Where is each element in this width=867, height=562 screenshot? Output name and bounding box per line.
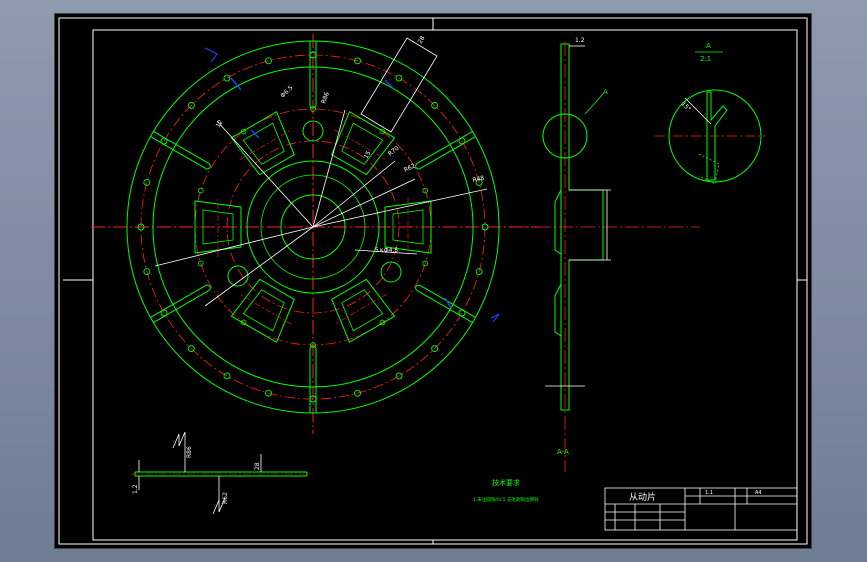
dim-r48: R48 [472, 175, 485, 184]
dim-phi: Φ6.5 [279, 84, 294, 99]
spring-window [230, 111, 295, 176]
detail-a-callout: A [603, 88, 608, 96]
dim-15: 15 [363, 150, 373, 160]
sheet-border-outer [58, 17, 808, 545]
dim-5xphi: 5×Φ4.5 [375, 247, 398, 254]
scale-value: 1:1 [705, 490, 713, 496]
spring-window [331, 278, 396, 343]
detail-label: A [706, 42, 711, 50]
dim-lower-2: R62 [222, 492, 229, 504]
side-section-view: A 1.2 A-A [515, 37, 700, 472]
dim-lower-4: 1.2 [132, 484, 139, 494]
spring-window [230, 278, 295, 343]
mid-hole [197, 187, 204, 194]
cad-viewport[interactable]: R48 R62 R70 R86 5×Φ4.5 Φ6.5 12 15 28 A 1… [55, 14, 811, 548]
detail-scale: 2:1 [700, 55, 711, 63]
dim-lower-1: R86 [186, 446, 193, 458]
flat-section-view: R86 R62 28 1.2 [131, 431, 313, 515]
notes-line-1: 1.未注圆角R0.5 去毛刺锐边倒钝 [473, 496, 539, 503]
section-label: A-A [557, 448, 569, 456]
dim-angle: 15° [680, 100, 692, 112]
spring-window [331, 111, 396, 176]
main-plate-view: R48 R62 R70 R86 5×Φ4.5 Φ6.5 12 15 28 [91, 34, 540, 434]
dim-thickness: 1.2 [575, 37, 585, 44]
dim-r62: R62 [403, 162, 417, 173]
dim-r86: R86 [320, 91, 331, 105]
radial-slot [309, 345, 317, 413]
dim-r70: R70 [387, 145, 401, 158]
sheet-value: A4 [755, 490, 762, 496]
part-name: 从动片 [629, 491, 656, 503]
detail-a-view: A 2:1 15° [655, 42, 765, 185]
cad-drawing: R48 R62 R70 R86 5×Φ4.5 Φ6.5 12 15 28 A 1… [58, 17, 808, 545]
dim-28: 28 [417, 35, 427, 45]
dim-lower-3: 28 [254, 462, 261, 470]
notes-heading: 技术要求 [492, 478, 520, 487]
